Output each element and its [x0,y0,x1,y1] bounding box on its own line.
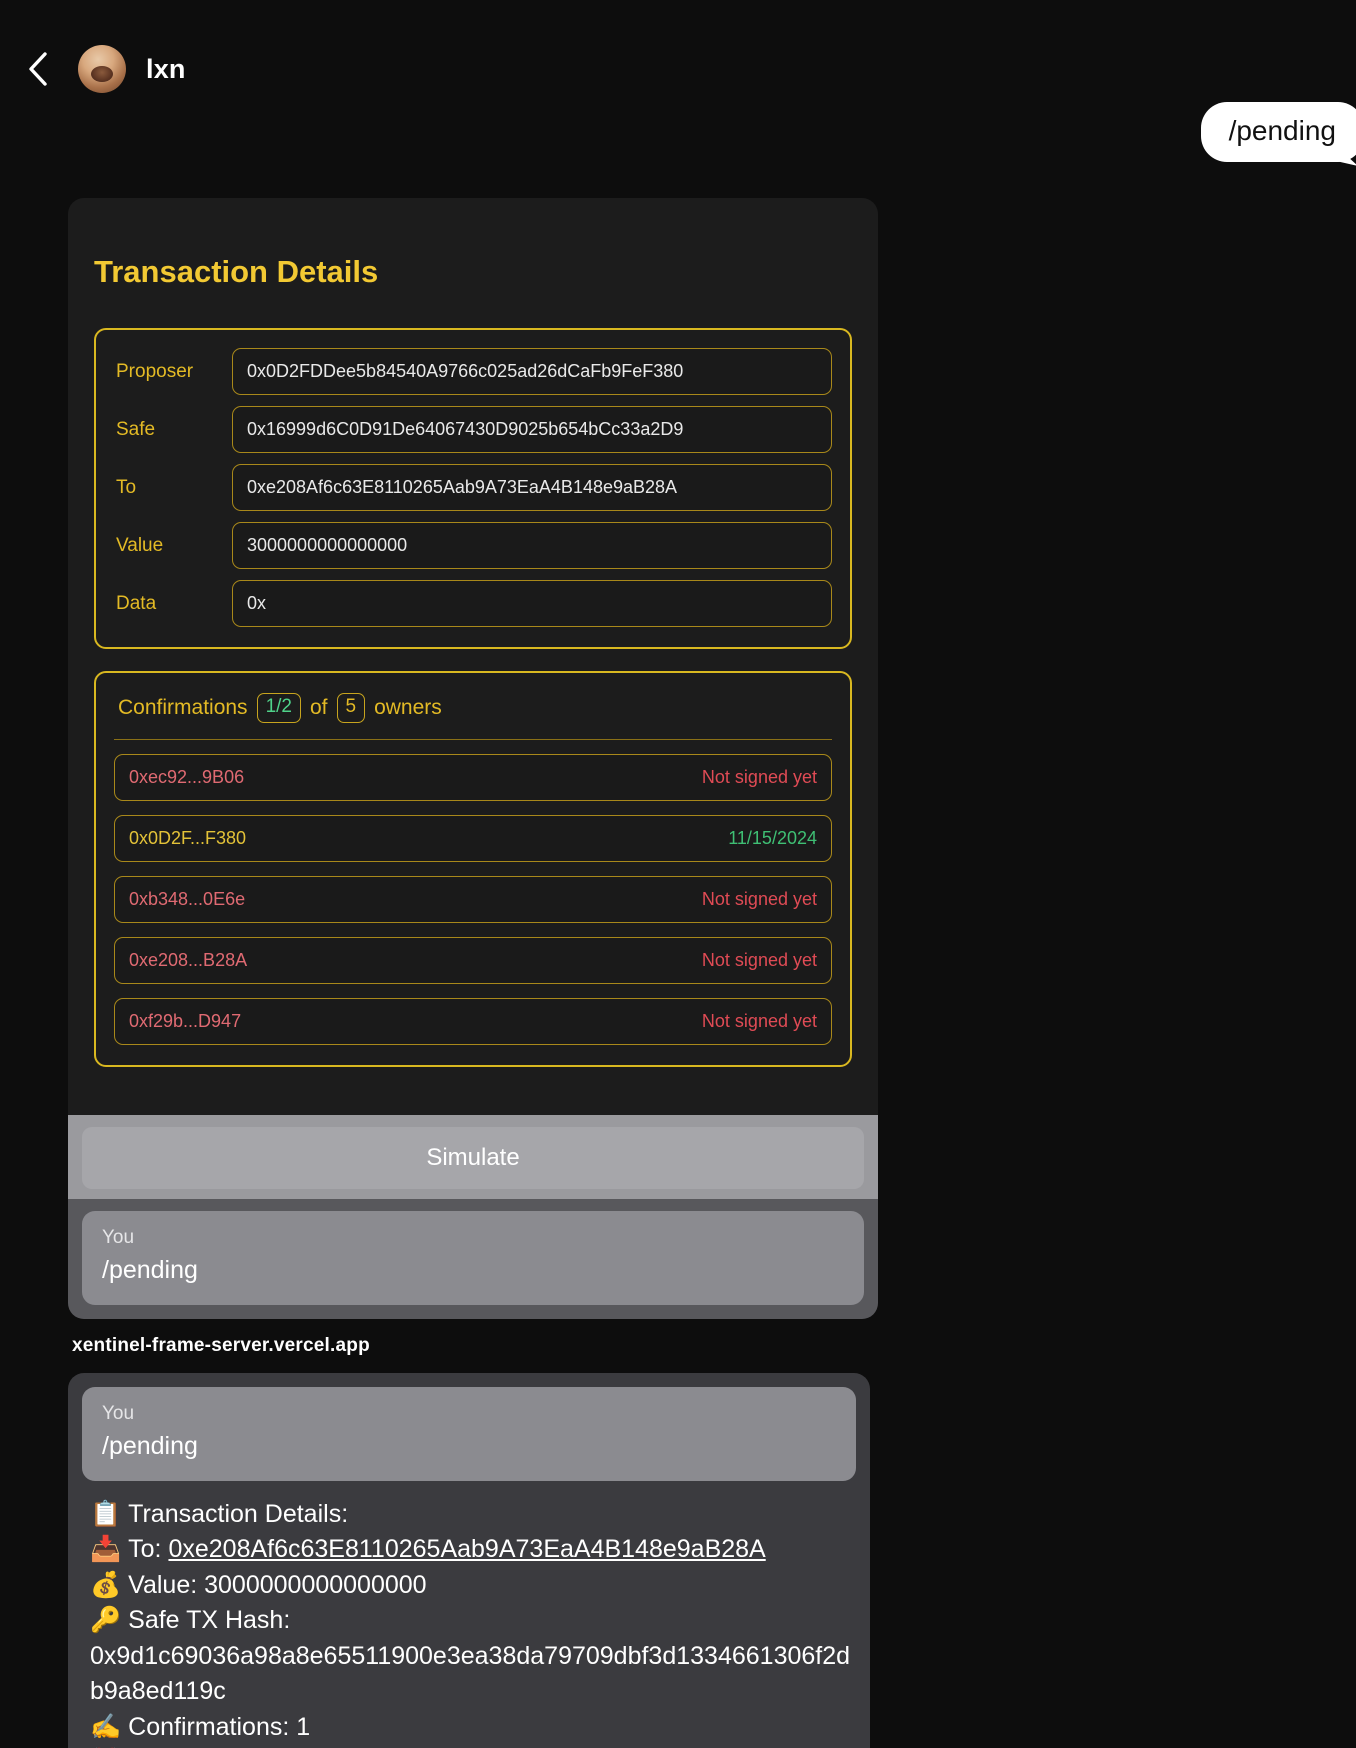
field-value-safe[interactable]: 0x16999d6C0D91De64067430D9025b654bCc33a2… [232,406,832,453]
confirmations-header: Confirmations 1/2 of 5 owners [114,691,832,740]
owner-status: Not signed yet [701,1010,817,1031]
summary-to-label: To: [128,1535,162,1564]
simulate-button[interactable]: Simulate [82,1126,864,1189]
field-row-safe: Safe 0x16999d6C0D91De64067430D9025b654bC… [114,406,832,453]
owner-status: Not signed yet [701,949,817,970]
owner-address: 0x0D2F...F380 [129,827,247,848]
chevron-left-icon [27,51,49,87]
field-row-proposer: Proposer 0x0D2FDDee5b84540A9766c025ad26d… [114,348,832,395]
summary-to-address-link[interactable]: 0xe208Af6c63E8110265Aab9A73EaA4B148e9aB2… [168,1535,765,1563]
field-label-proposer: Proposer [116,360,194,382]
confirmations-panel: Confirmations 1/2 of 5 owners 0xec92...9… [94,671,852,1067]
writing-hand-icon: ✍️ [90,1712,122,1741]
back-button[interactable] [18,49,58,89]
simulate-band: Simulate [68,1114,878,1199]
owner-address: 0xe208...B28A [129,949,248,970]
transaction-frame-card: Transaction Details Proposer 0x0D2FDDee5… [68,198,878,1319]
frame-domain-caption: xentinel-frame-server.vercel.app [72,1334,370,1356]
transaction-details-panel: Proposer 0x0D2FDDee5b84540A9766c025ad26d… [94,328,852,649]
confirmation-row[interactable]: 0xe208...B28A Not signed yet [114,936,832,984]
owner-status: Not signed yet [701,766,817,787]
summary-confirmations: Confirmations: 1 [128,1712,311,1741]
summary-title: Transaction Details: [128,1499,349,1528]
summary-line-confirmations: ✍️ Confirmations: 1 [90,1710,856,1746]
field-label-data: Data [116,592,157,614]
chat-header: lxn [0,0,1356,108]
confirmation-row[interactable]: 0xf29b...D947 Not signed yet [114,997,832,1045]
field-row-value: Value 3000000000000000 [114,522,832,569]
key-icon: 🔑 [90,1606,122,1635]
field-value-data[interactable]: 0x [232,580,832,627]
summary-line-to: 📥 To: 0xe208Af6c63E8110265Aab9A73EaA4B148… [90,1532,856,1568]
confirmations-count-badge: 1/2 [256,693,301,723]
bot-response-card: You /pending 📋 Transaction Details: 📥 To: … [68,1372,870,1748]
summary-value: Value: 3000000000000000 [128,1570,427,1599]
confirmation-row[interactable]: 0xec92...9B06 Not signed yet [114,753,832,801]
owners-label: owners [374,695,442,719]
owners-count-badge: 5 [336,693,366,723]
field-row-to: To 0xe208Af6c63E8110265Aab9A73EaA4B148e9… [114,464,832,511]
summary-hash-label: Safe TX Hash: [128,1606,291,1635]
frame-inline-message[interactable]: You /pending [82,1210,864,1305]
avatar[interactable] [78,45,126,93]
username: lxn [146,53,186,84]
owner-address: 0xf29b...D947 [129,1010,242,1031]
message-body: /pending [102,1255,198,1284]
outgoing-message-bubble[interactable]: /pending [1200,102,1356,162]
owner-address: 0xb348...0E6e [129,888,246,909]
page-title: Transaction Details [94,254,379,289]
money-bag-icon: 💰 [90,1570,122,1599]
message-body: /pending [102,1431,198,1460]
field-row-data: Data 0x [114,580,832,627]
field-value-value[interactable]: 3000000000000000 [232,522,832,569]
summary-line-value: 💰 Value: 3000000000000000 [90,1568,856,1604]
summary-hash-value: 0x9d1c69036a98a8e65511900e3ea38da79709db… [90,1641,851,1706]
clipboard-icon: 📋 [90,1499,122,1528]
confirmations-of-label: of [309,695,328,719]
message-author: You [102,1402,135,1424]
inbox-tray-icon: 📥 [90,1535,122,1564]
owner-address: 0xec92...9B06 [129,766,245,787]
field-label-value: Value [116,534,164,556]
message-author: You [102,1226,135,1248]
confirmation-row[interactable]: 0xb348...0E6e Not signed yet [114,875,832,923]
owner-status: 11/15/2024 [728,827,817,848]
transaction-summary: 📋 Transaction Details: 📥 To: 0xe208Af6c63E… [82,1497,856,1748]
frame-body: Transaction Details Proposer 0x0D2FDDee5… [68,198,878,1115]
bot-response-header[interactable]: You /pending [82,1386,856,1481]
frame-footer: You /pending [68,1198,878,1319]
summary-line-hash: 🔑 Safe TX Hash: [90,1603,856,1639]
owner-status: Not signed yet [701,888,817,909]
field-label-safe: Safe [116,418,156,440]
field-label-to: To [116,476,137,498]
field-value-proposer[interactable]: 0x0D2FDDee5b84540A9766c025ad26dCaFb9FeF3… [232,348,832,395]
summary-line-title: 📋 Transaction Details: [90,1497,856,1533]
field-value-to[interactable]: 0xe208Af6c63E8110265Aab9A73EaA4B148e9aB2… [232,464,832,511]
confirmations-label: Confirmations [118,695,248,719]
outgoing-message-row: /pending [0,102,1356,162]
confirmation-row[interactable]: 0x0D2F...F380 11/15/2024 [114,814,832,862]
